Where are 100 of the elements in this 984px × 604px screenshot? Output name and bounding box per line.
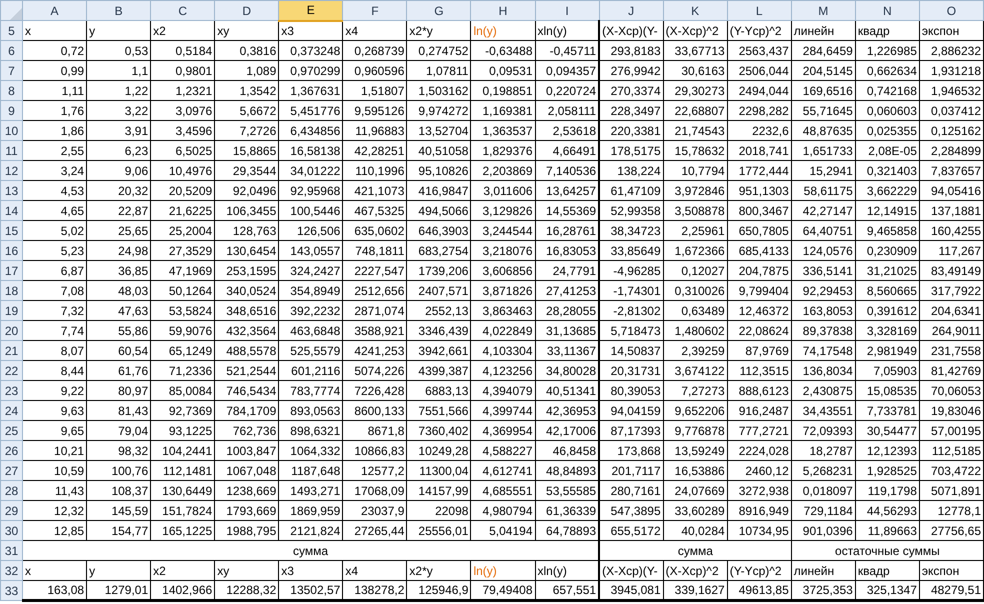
column-header[interactable]: E [278, 0, 343, 20]
table-cell: 125946,9 [406, 580, 471, 600]
table-cell: 888,6123 [727, 380, 792, 400]
row-number[interactable]: 31 [0, 540, 23, 560]
table-cell: y [86, 20, 151, 40]
table-cell: 95,10826 [406, 160, 471, 180]
column-header[interactable]: J [599, 0, 664, 20]
table-cell: 2,284899 [919, 140, 984, 160]
table-cell: 9,776878 [663, 420, 728, 440]
table-cell: 6,87 [22, 260, 87, 280]
row-number[interactable]: 15 [0, 220, 23, 240]
table-cell: 354,8949 [278, 280, 343, 300]
table-cell: 0,060603 [855, 100, 920, 120]
row-number[interactable]: 22 [0, 360, 23, 380]
row-number[interactable]: 27 [0, 460, 23, 480]
table-cell: 0,970299 [278, 60, 343, 80]
table-cell: 40,0284 [663, 520, 728, 540]
row-number[interactable]: 23 [0, 380, 23, 400]
row-number[interactable]: 10 [0, 120, 23, 140]
table-cell: 33,85649 [599, 240, 664, 260]
row-number[interactable]: 11 [0, 140, 23, 160]
row-number[interactable]: 25 [0, 420, 23, 440]
table-cell: 2298,282 [727, 100, 792, 120]
table-cell: 336,5141 [791, 260, 856, 280]
table-cell: 8,07 [22, 340, 87, 360]
table-cell: 2,886232 [919, 40, 984, 60]
row-number[interactable]: 26 [0, 440, 23, 460]
table-cell: 2227,547 [342, 260, 407, 280]
table-cell: 0,5184 [150, 40, 215, 60]
column-header[interactable]: O [919, 0, 984, 20]
column-header[interactable]: K [663, 0, 728, 20]
table-cell: 10,21 [22, 440, 87, 460]
table-cell: 27265,44 [342, 520, 407, 540]
row-number[interactable]: 33 [0, 580, 23, 600]
row-number[interactable]: 6 [0, 40, 23, 60]
column-header[interactable]: F [342, 0, 407, 20]
table-cell: 79,49408 [470, 580, 536, 600]
table-cell: (X-Xcp)(Y- [599, 20, 664, 40]
row-number[interactable]: 19 [0, 300, 23, 320]
table-cell: 2563,437 [727, 40, 792, 60]
table-cell: 29,30273 [663, 80, 728, 100]
column-header[interactable]: B [86, 0, 151, 20]
column-header[interactable]: N [855, 0, 920, 20]
table-cell: 25556,01 [406, 520, 471, 540]
row-number[interactable]: 12 [0, 160, 23, 180]
table-cell: 93,1225 [150, 420, 215, 440]
column-header[interactable]: A [22, 0, 87, 20]
table-cell: 1238,669 [214, 480, 279, 500]
row-number[interactable]: 7 [0, 60, 23, 80]
row-number[interactable]: 30 [0, 520, 23, 540]
table-cell: 10249,28 [406, 440, 471, 460]
table-cell: 8671,8 [342, 420, 407, 440]
row-number[interactable]: 5 [0, 20, 23, 40]
table-cell: 1064,332 [278, 440, 343, 460]
table-cell: 64,40751 [791, 220, 856, 240]
table-cell: 119,1798 [855, 480, 920, 500]
table-cell: 9,652206 [663, 400, 728, 420]
column-header[interactable]: D [214, 0, 279, 20]
table-cell: 7,733781 [855, 400, 920, 420]
table-cell: 4,980794 [470, 500, 536, 520]
table-cell: 52,99358 [599, 200, 664, 220]
row-number[interactable]: 24 [0, 400, 23, 420]
table-cell: 204,6341 [919, 300, 984, 320]
row-number[interactable]: 21 [0, 340, 23, 360]
column-header[interactable]: I [535, 0, 600, 20]
row-number[interactable]: 32 [0, 560, 23, 580]
row-number[interactable]: 20 [0, 320, 23, 340]
row-number[interactable]: 14 [0, 200, 23, 220]
table-cell: 9,63 [22, 400, 87, 420]
row-number[interactable]: 9 [0, 100, 23, 120]
table-cell: 31,21025 [855, 260, 920, 280]
table-cell: 12,14915 [855, 200, 920, 220]
table-cell: 2,39259 [663, 340, 728, 360]
table-cell: 0,12027 [663, 260, 728, 280]
table-cell: 4,369954 [470, 420, 536, 440]
table-cell: 33,60289 [663, 500, 728, 520]
table-cell: 253,1595 [214, 260, 279, 280]
table-cell: 106,3455 [214, 200, 279, 220]
row-number[interactable]: 29 [0, 500, 23, 520]
table-cell: 173,868 [599, 440, 664, 460]
table-cell: 11,96883 [342, 120, 407, 140]
column-header[interactable]: C [150, 0, 215, 20]
table-cell: 7,27273 [663, 380, 728, 400]
table-cell: 494,5066 [406, 200, 471, 220]
column-header[interactable]: H [470, 0, 536, 20]
table-cell: 10,59 [22, 460, 87, 480]
column-header[interactable]: G [406, 0, 471, 20]
table-cell: (X-Xcp)^2 [663, 560, 728, 580]
row-number[interactable]: 8 [0, 80, 23, 100]
row-number[interactable]: 13 [0, 180, 23, 200]
column-header[interactable]: M [791, 0, 856, 20]
table-cell: 11,89663 [855, 520, 920, 540]
table-cell: 3,662229 [855, 180, 920, 200]
table-cell: 0,268739 [342, 40, 407, 60]
row-number[interactable]: 18 [0, 280, 23, 300]
row-number[interactable]: 17 [0, 260, 23, 280]
row-number[interactable]: 28 [0, 480, 23, 500]
table-cell: 7,05903 [855, 360, 920, 380]
column-header[interactable]: L [727, 0, 792, 20]
row-number[interactable]: 16 [0, 240, 23, 260]
